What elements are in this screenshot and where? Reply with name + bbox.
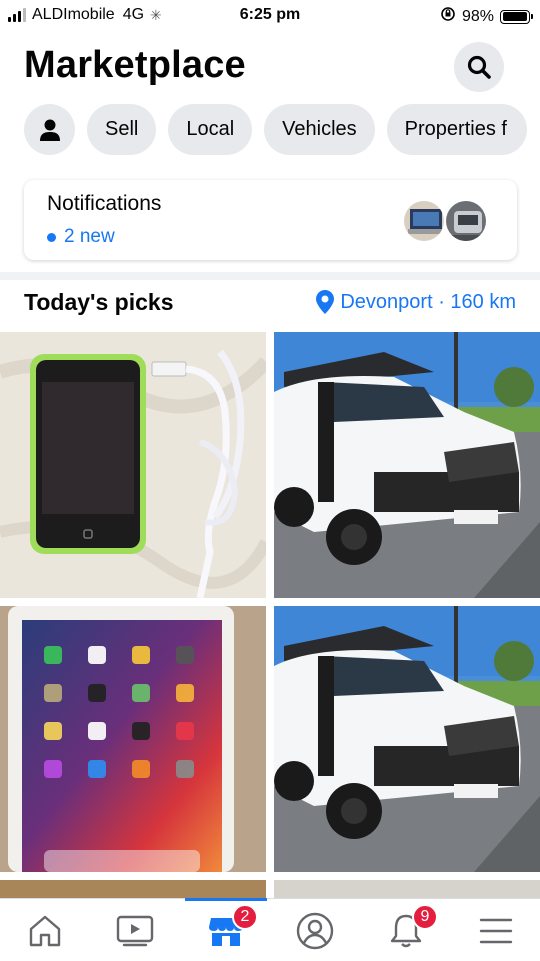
notifications-badge: 9 — [412, 904, 438, 930]
listing-landcruiser-2[interactable] — [274, 606, 540, 872]
video-icon — [116, 915, 154, 947]
vehicles-chip[interactable]: Vehicles — [264, 104, 375, 155]
listing-phone[interactable] — [0, 332, 266, 598]
listing-landcruiser[interactable] — [274, 332, 540, 598]
home-icon — [29, 915, 61, 947]
car-image-2 — [274, 606, 540, 872]
menu-icon — [479, 918, 513, 944]
active-tab-indicator — [185, 898, 267, 901]
category-chips: Sell Local Vehicles Properties f — [24, 104, 527, 155]
local-chip[interactable]: Local — [168, 104, 253, 155]
unread-dot — [47, 232, 56, 242]
notifications-heading: Notifications — [47, 192, 162, 215]
properties-chip[interactable]: Properties f — [386, 104, 527, 155]
sell-chip[interactable]: Sell — [87, 104, 157, 155]
location-link[interactable]: Devonport · 160 km — [316, 290, 516, 314]
battery-percent: 98% — [461, 7, 494, 25]
orientation-lock-icon — [440, 6, 456, 27]
todays-picks-title: Today's picks — [24, 289, 174, 315]
nav-notifications[interactable]: 9 — [384, 904, 438, 953]
nav-home[interactable] — [23, 909, 67, 953]
listing-partial-left[interactable] — [0, 880, 266, 898]
status-bar: ALDImobile 4G ✳ 6:25 pm 98% — [0, 0, 540, 32]
search-icon — [467, 55, 491, 79]
profile-icon — [296, 912, 334, 950]
listing-ipad[interactable] — [0, 606, 266, 872]
marketplace-badge: 2 — [232, 904, 258, 930]
car-image — [274, 332, 540, 598]
section-divider — [0, 272, 540, 280]
phone-image — [0, 332, 266, 598]
notification-thumb-car — [444, 199, 488, 243]
listing-partial-right[interactable] — [274, 880, 540, 898]
notifications-new: 2 new — [47, 226, 115, 248]
notifications-new-label: 2 new — [64, 226, 115, 247]
location-label: Devonport · 160 km — [340, 290, 516, 313]
notification-thumb-laptop — [402, 199, 446, 243]
ipad-image — [0, 606, 266, 872]
nav-profile[interactable] — [293, 909, 337, 953]
page-title: Marketplace — [24, 44, 246, 86]
bottom-navigation: 2 9 — [0, 898, 540, 961]
person-icon — [39, 119, 60, 141]
search-button[interactable] — [454, 42, 504, 92]
profile-chip[interactable] — [24, 104, 75, 155]
location-pin-icon — [316, 290, 335, 314]
nav-marketplace[interactable]: 2 — [204, 904, 258, 953]
battery-icon — [500, 9, 533, 24]
battery-level — [502, 12, 527, 21]
status-right: 98% — [440, 6, 533, 27]
nav-menu[interactable] — [474, 909, 518, 953]
nav-watch[interactable] — [113, 909, 157, 953]
